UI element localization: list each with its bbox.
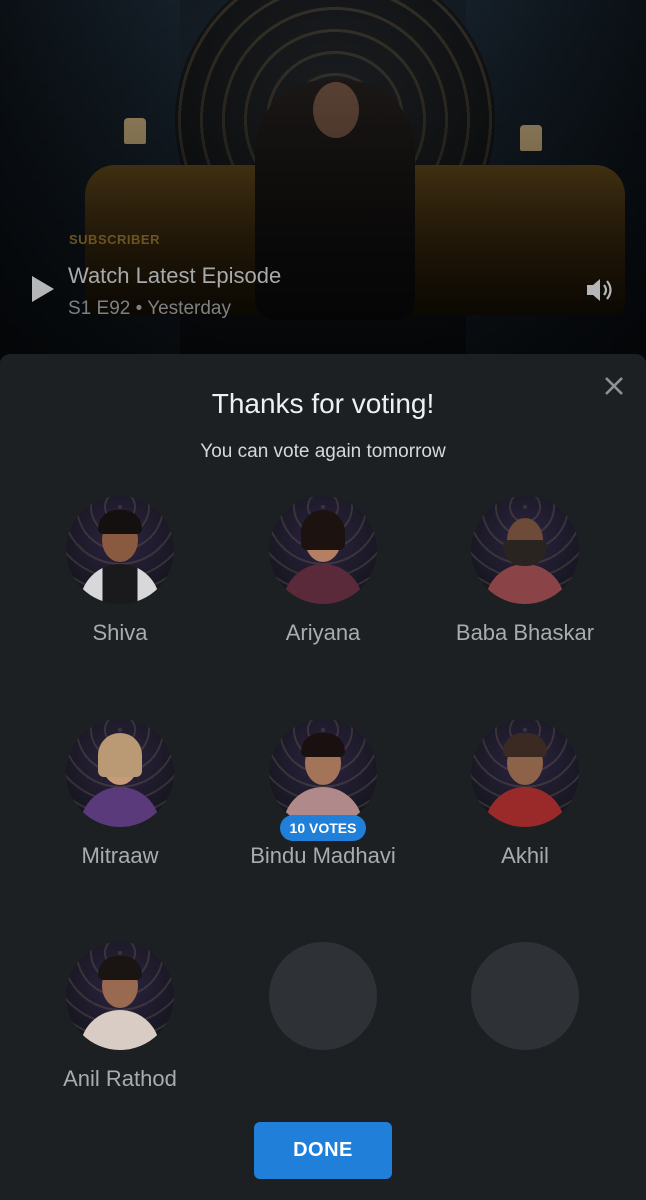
contestant-card[interactable]: 10 VOTES Bindu Madhavi [223, 719, 423, 919]
empty-avatar-placeholder [471, 942, 579, 1050]
episode-title[interactable]: Watch Latest Episode [68, 263, 281, 289]
vote-again-note: You can vote again tomorrow [200, 441, 446, 462]
avatar [269, 496, 377, 604]
empty-slot [425, 942, 625, 1142]
avatar [269, 719, 377, 827]
contestant-card[interactable]: Anil Rathod [20, 942, 220, 1142]
empty-avatar-placeholder [269, 942, 377, 1050]
contestant-name: Akhil [501, 843, 549, 868]
avatar [66, 942, 174, 1050]
contestant-name: Baba Bhaskar [455, 620, 595, 645]
contestant-card[interactable]: Ariyana [223, 496, 423, 696]
contestant-name: Ariyana [285, 620, 361, 645]
contestant-name: Anil Rathod [63, 1066, 177, 1091]
contestant-name: Bindu Madhavi [250, 843, 396, 868]
contestant-card[interactable]: Mitraaw [20, 719, 220, 919]
episode-meta: S1 E92 • Yesterday [68, 298, 231, 319]
contestant-name: Shiva [92, 620, 148, 645]
contestant-card[interactable]: Akhil [425, 719, 625, 919]
thanks-heading: Thanks for voting! [211, 388, 435, 419]
latest-episode-banner[interactable]: SUBSCRIBER Watch Latest Episode S1 E92 •… [0, 0, 646, 360]
avatar [471, 496, 579, 604]
done-button[interactable]: DONE [254, 1122, 392, 1179]
avatar [66, 496, 174, 604]
play-icon[interactable] [30, 274, 56, 304]
subscriber-badge: SUBSCRIBER [69, 232, 160, 247]
empty-slot [223, 942, 423, 1142]
avatar [66, 719, 174, 827]
vote-count-badge: 10 VOTES [280, 815, 366, 841]
volume-icon[interactable] [585, 277, 615, 303]
avatar [471, 719, 579, 827]
contestant-name: Mitraaw [81, 843, 159, 868]
app-screen: SUBSCRIBER Watch Latest Episode S1 E92 •… [0, 0, 646, 1200]
contestant-card[interactable]: Baba Bhaskar [425, 496, 625, 696]
contestant-card[interactable]: Shiva [20, 496, 220, 696]
